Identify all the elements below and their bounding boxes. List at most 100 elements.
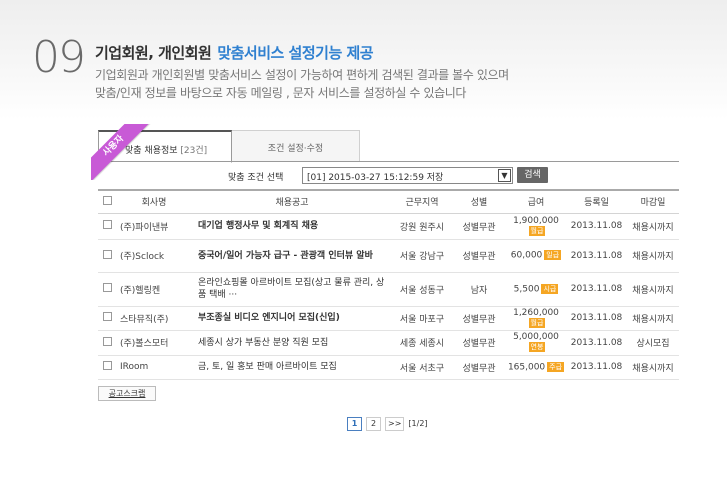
col-company: 회사명 [116,189,192,214]
job-registered: 2013.11.08 [566,306,627,331]
col-registered: 등록일 [566,189,627,214]
tab-bar: 맞춤 채용정보 [23건] 조건 설정·수정 [98,130,679,163]
hero-description: 기업회원과 개인회원별 맞춤서비스 설정이 가능하여 편하게 검색된 결과를 볼… [95,66,509,102]
job-salary: 5,500 시급 [506,272,566,307]
scrap-button[interactable]: 공고스크랩 [98,386,156,401]
company-name[interactable]: (주)헬링켄 [116,272,192,307]
condition-select-value: [01] 2015-03-27 15:12:59 저장 [307,173,444,183]
hero-title-accent: 맞춤서비스 설정기능 제공 [217,44,374,62]
salary-amount: 5,000,000 [513,332,559,343]
company-name[interactable]: (주)파이낸뷰 [116,213,192,240]
company-name[interactable]: 스타뮤직(주) [116,306,192,331]
checkbox-icon[interactable] [102,249,112,259]
job-deadline: 채용시까지 [627,213,679,240]
search-button[interactable]: 검색 [517,167,548,183]
job-salary: 1,260,000월급 [506,306,566,331]
hero-desc-line2: 맞춤/인재 정보를 바탕으로 자동 메일링 , 문자 서비스를 설정하실 수 있… [95,86,467,100]
filter-bar: 맞춤 조건 선택 [01] 2015-03-27 15:12:59 저장 ▼ 검… [98,166,679,186]
checkbox-icon[interactable] [102,220,112,229]
condition-select[interactable]: [01] 2015-03-27 15:12:59 저장 ▼ [302,167,513,184]
next-page-button[interactable]: >> [385,417,405,431]
row-checkbox[interactable] [98,330,116,356]
salary-amount: 5,500 [513,284,540,295]
job-salary: 5,000,000연봉 [506,330,566,356]
col-salary: 급여 [506,189,566,214]
job-title-link[interactable]: 금, 토, 일 홍보 판매 아르바이트 모집 [192,355,392,380]
tab-condition-settings[interactable]: 조건 설정·수정 [232,130,360,162]
job-gender: 성별무관 [452,306,506,331]
col-deadline: 마감일 [627,189,679,214]
salary-type-badge: 월급 [528,317,546,328]
tab-condition-settings-label: 조건 설정·수정 [267,144,324,154]
tab-underline [98,161,679,162]
table-row: (주)헬링켄 온라인쇼핑몰 아르바이트 모집(상고 물류 관리, 상품 택배 ·… [98,272,679,307]
job-registered: 2013.11.08 [566,272,627,307]
company-name[interactable]: (주)볼스모터 [116,330,192,356]
table-row: (주)Sclock 중국어/일어 가능자 급구 - 관광객 인터뷰 알바 서울 … [98,239,679,273]
company-name[interactable]: IRoom [116,355,192,380]
job-region: 서울 성동구 [392,272,452,307]
salary-amount: 60,000 [510,250,543,261]
job-region: 강원 원주시 [392,213,452,240]
pagination: 1 2 >> [1/2] [347,417,428,432]
checkbox-icon[interactable] [102,336,112,346]
job-title-link[interactable]: 온라인쇼핑몰 아르바이트 모집(상고 물류 관리, 상품 택배 ··· [192,272,392,307]
salary-amount: 1,260,000 [513,307,559,318]
table-row: (주)볼스모터 세종시 상가 부동산 분양 직원 모집 세종 세종시 성별무관 … [98,330,679,356]
row-checkbox[interactable] [98,272,116,307]
col-gender: 성별 [452,189,506,214]
filter-label: 맞춤 조건 선택 [228,173,284,183]
table-row: 스타뮤직(주) 부조종실 비디오 엔지니어 모집(신입) 서울 마포구 성별무관… [98,306,679,331]
job-title-link[interactable]: 세종시 상가 부동산 분양 직원 모집 [192,330,392,356]
salary-type-badge: 월급 [528,225,546,236]
checkbox-icon[interactable] [102,361,112,370]
job-registered: 2013.11.08 [566,330,627,356]
salary-type-badge: 연봉 [528,342,546,353]
checkbox-icon[interactable] [102,312,112,321]
table-row: (주)파이낸뷰 대기업 행정사무 및 회계직 채용 강원 원주시 성별무관 1,… [98,213,679,240]
col-title: 채용공고 [192,189,392,214]
job-deadline: 채용시까지 [627,355,679,380]
job-title-link[interactable]: 부조종실 비디오 엔지니어 모집(신입) [192,306,392,331]
job-region: 서울 서초구 [392,355,452,380]
salary-type-badge: 일급 [544,250,562,261]
job-title-link[interactable]: 대기업 행정사무 및 회계직 채용 [192,213,392,240]
hero-desc-line1: 기업회원과 개인회원별 맞춤서비스 설정이 가능하여 편하게 검색된 결과를 볼… [95,68,509,82]
job-gender: 성별무관 [452,330,506,356]
row-checkbox[interactable] [98,306,116,331]
job-deadline: 상시모집 [627,330,679,356]
hero-title-main: 기업회원, 개인회원 [95,44,212,62]
page-2-button[interactable]: 2 [366,417,381,431]
salary-amount: 165,000 [507,362,546,373]
col-region: 근무지역 [392,189,452,214]
page-1-button[interactable]: 1 [347,417,362,431]
row-checkbox[interactable] [98,239,116,273]
job-registered: 2013.11.08 [566,355,627,380]
row-checkbox[interactable] [98,355,116,380]
hero-number: 09 [32,32,86,83]
job-title-link[interactable]: 중국어/일어 가능자 급구 - 관광객 인터뷰 알바 [192,239,392,273]
salary-type-badge: 시급 [541,283,559,294]
job-gender: 남자 [452,272,506,307]
chevron-down-icon[interactable]: ▼ [498,169,511,182]
job-registered: 2013.11.08 [566,213,627,240]
job-deadline: 채용시까지 [627,306,679,331]
tab-custom-jobs-count: [23건] [180,146,208,156]
job-salary: 60,000 일급 [506,239,566,273]
job-gender: 성별무관 [452,355,506,380]
salary-amount: 1,900,000 [513,215,559,226]
job-table: 회사명 채용공고 근무지역 성별 급여 등록일 마감일 (주)파이낸뷰 대기업 … [98,189,679,380]
checkbox-icon[interactable] [102,195,112,205]
job-region: 세종 세종시 [392,330,452,356]
table-header-row: 회사명 채용공고 근무지역 성별 급여 등록일 마감일 [98,189,679,214]
job-gender: 성별무관 [452,213,506,240]
row-checkbox[interactable] [98,213,116,240]
page-info: [1/2] [408,419,428,428]
job-region: 서울 강남구 [392,239,452,273]
job-registered: 2013.11.08 [566,239,627,273]
job-salary: 165,000 주급 [506,355,566,380]
company-name[interactable]: (주)Sclock [116,239,192,273]
salary-type-badge: 주급 [547,361,565,372]
checkbox-icon[interactable] [102,283,112,292]
select-all-checkbox[interactable] [98,189,116,214]
